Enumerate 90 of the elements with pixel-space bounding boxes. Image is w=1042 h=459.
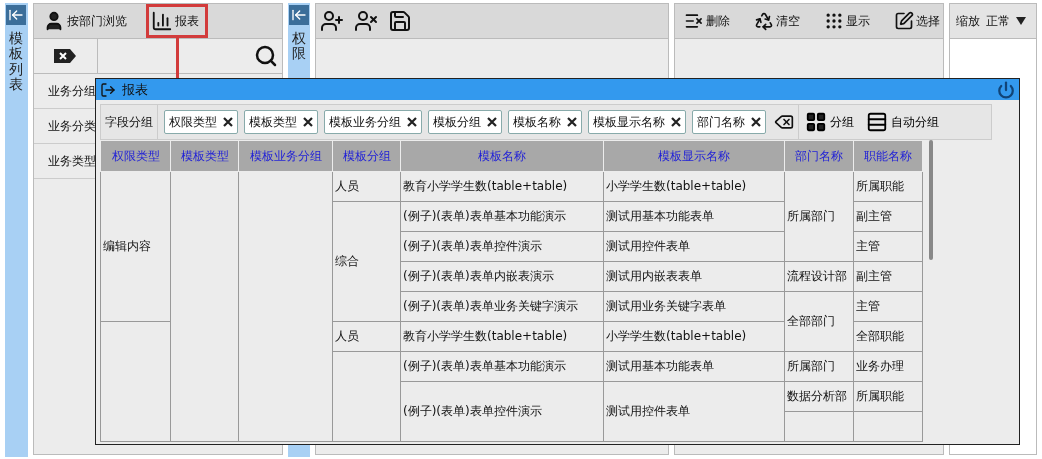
table-cell: 教育小学学生数(table+table) [400,321,604,352]
search-icon[interactable] [253,44,278,68]
table-cell [784,411,854,442]
table-cell: (例子)(表单)表单控件演示 [400,231,604,262]
backspace-icon[interactable] [774,112,794,132]
column-header[interactable]: 模板业务分组 [238,140,333,172]
table-cell: 副主管 [853,261,923,292]
exit-icon[interactable] [100,81,116,98]
strip-title: 权限 [292,31,307,62]
table-cell: (例子)(表单)表单基本功能演示 [400,351,604,382]
field-chip[interactable]: 模板显示名称 [588,110,686,134]
field-chip[interactable]: 模板名称 [508,110,582,134]
table-cell: 小学学生数(table+table) [603,321,785,352]
toolbar-button[interactable]: 删除 [679,4,740,38]
table-cell: 主管 [853,231,923,262]
table-cell: 测试用控件表单 [603,231,785,262]
list-x-icon [684,11,705,31]
table-cell: 副主管 [853,201,923,232]
field-chip[interactable]: 权限类型 [164,110,238,134]
table-cell: 测试用业务关键字表单 [603,291,785,322]
column-header[interactable]: 职能名称 [853,140,923,172]
table-cell: 测试用内嵌表表单 [603,261,785,292]
field-chip[interactable]: 模板业务分组 [324,110,422,134]
dropdown-caret-icon[interactable] [1016,17,1027,25]
rows-icon [866,111,888,133]
user-x-icon[interactable] [354,9,379,33]
column-header[interactable]: 模板显示名称 [603,140,785,172]
group-label: 字段分组 [101,105,158,139]
remove-icon[interactable] [751,117,761,127]
table-cell: 测试用基本功能表单 [603,351,785,382]
table-cell: 人员 [332,171,401,202]
table-cell: 教育小学学生数(table+table) [400,171,604,202]
group-button[interactable]: 分组 [799,105,860,139]
remove-icon[interactable] [223,117,233,127]
remove-icon[interactable] [671,117,681,127]
group-button[interactable]: 自动分组 [860,105,945,139]
zoom-select[interactable]: 正常 [986,12,1011,30]
toolbar-button[interactable]: 清空 [749,4,810,38]
table-cell: 综合 [332,201,401,322]
recycle-icon [754,11,775,31]
field-chip[interactable]: 部门名称 [692,110,766,134]
column-header[interactable]: 权限类型 [100,140,171,172]
table-cell: 主管 [853,291,923,322]
table-cell [853,411,923,442]
remove-icon[interactable] [407,117,417,127]
table-cell: 所属部门 [784,351,854,382]
table-cell: (例子)(表单)表单内嵌表演示 [400,261,604,292]
column-header[interactable]: 模板类型 [170,140,239,172]
toolbar-button[interactable]: 按部门浏览 [37,4,136,38]
toolbar-button[interactable]: 选择 [889,4,950,38]
power-icon[interactable] [997,80,1015,99]
strip-title: 模板列表 [9,31,24,93]
toolbar-button[interactable]: 报表 [145,4,208,38]
remove-icon[interactable] [567,117,577,127]
toolbar-button[interactable]: 显示 [819,4,880,38]
field-chip[interactable]: 模板分组 [428,110,502,134]
tag-x-icon [52,47,79,65]
dialog-title: 报表 [122,80,148,99]
table-cell: 业务办理 [853,351,923,382]
table-cell: 小学学生数(table+table) [603,171,785,202]
remove-icon[interactable] [303,117,313,127]
grid-icon [805,111,827,133]
column-header[interactable]: 模板分组 [332,140,401,172]
zoom-label: 缩放 [956,12,981,30]
table-cell: (例子)(表单)表单基本功能演示 [400,201,604,232]
table-cell: 测试用控件表单 [603,381,785,442]
table-cell: 编辑内容 [100,171,171,322]
table-cell: 人员 [332,321,401,352]
column-header[interactable]: 模板名称 [400,140,604,172]
user-plus-icon[interactable] [320,9,345,33]
table-cell: 所属部门 [784,171,854,262]
column-header[interactable]: 部门名称 [784,140,854,172]
table-cell: 流程设计部 [784,261,854,292]
table-cell: 全部职能 [853,321,923,352]
table-cell: 所属职能 [853,381,923,412]
check-pencil-icon [894,11,915,31]
field-chip[interactable]: 模板类型 [244,110,318,134]
collapse-icon[interactable] [6,5,27,25]
callout-line [176,38,179,78]
save-icon[interactable] [388,9,413,33]
table-cell: (例子)(表单)表单控件演示 [400,381,604,442]
remove-icon[interactable] [487,117,497,127]
bar-chart-icon [150,10,173,32]
scrollbar[interactable] [929,140,933,260]
table-cell: 数据分析部 [784,381,854,412]
table-cell: 全部部门 [784,291,854,352]
table-cell: 所属职能 [853,171,923,202]
table-cell: 测试用基本功能表单 [603,201,785,232]
table-cell: (例子)(表单)表单业务关键字演示 [400,291,604,322]
collapse-icon[interactable] [289,5,310,25]
